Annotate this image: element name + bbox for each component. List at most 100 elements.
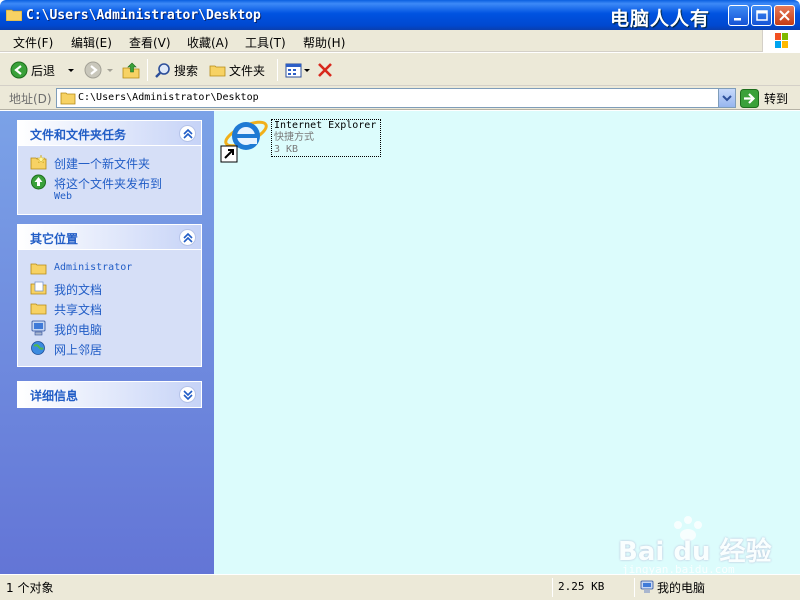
maximize-button[interactable] [751, 5, 772, 26]
expand-button[interactable] [179, 386, 196, 403]
baidu-watermark: Bai du 经验 jingyan.baidu.com [618, 513, 798, 576]
folders-button[interactable]: 文件夹 [209, 58, 265, 82]
file-tasks-header[interactable]: 文件和文件夹任务 [18, 121, 201, 146]
maximize-icon [756, 10, 768, 21]
folder-icon [6, 9, 22, 21]
forward-dropdown-icon[interactable] [105, 65, 115, 75]
place-label: 我的电脑 [54, 323, 103, 337]
task-label-line2: Web [54, 191, 73, 202]
task-publish-web[interactable]: 将这个文件夹发布到 Web [18, 172, 201, 206]
search-button[interactable]: 搜索 [154, 58, 198, 82]
status-object-count: 1 个对象 [6, 581, 54, 595]
forward-arrow-icon [84, 61, 102, 79]
file-size: 3 KB [274, 144, 299, 155]
chevron-down-icon [183, 390, 193, 400]
task-new-folder[interactable]: 创建一个新文件夹 [18, 152, 201, 172]
panel-title: 文件和文件夹任务 [30, 128, 127, 142]
publish-web-icon [31, 174, 46, 190]
folder-icon [60, 92, 76, 105]
menu-edit[interactable]: 编辑(E) [71, 34, 112, 51]
menu-file[interactable]: 文件(F) [13, 34, 53, 51]
file-label[interactable]: Internet Explorer 快捷方式 3 KB [271, 119, 381, 157]
status-size: 2.25 KB [558, 580, 605, 593]
address-bar: 地址(D) C:\Users\Administrator\Desktop 转到 [0, 86, 800, 110]
chevron-up-icon [183, 233, 193, 243]
internet-explorer-icon [220, 120, 268, 163]
menu-tools[interactable]: 工具(T) [245, 34, 286, 51]
title-bar[interactable]: C:\Users\Administrator\Desktop 电脑人人有 [0, 0, 800, 30]
status-divider [634, 578, 635, 597]
folders-icon [209, 65, 226, 76]
address-label: 地址(D) [9, 92, 52, 106]
details-header[interactable]: 详细信息 [18, 382, 201, 407]
task-label: 将这个文件夹发布到 [54, 177, 163, 191]
file-name: Internet Explorer [274, 120, 377, 131]
new-folder-icon [30, 154, 47, 170]
status-bar: 1 个对象 2.25 KB 我的电脑 [0, 574, 800, 600]
place-my-documents[interactable]: 我的文档 [18, 278, 201, 298]
up-folder-button[interactable] [122, 58, 140, 82]
folders-label: 文件夹 [229, 63, 266, 78]
status-divider [552, 578, 553, 597]
minimize-button[interactable] [728, 5, 749, 26]
back-label: 后退 [31, 63, 56, 78]
go-arrow-icon [740, 88, 759, 108]
delete-button[interactable] [317, 58, 333, 82]
place-label: 网上邻居 [54, 343, 103, 357]
place-label: 我的文档 [54, 283, 103, 297]
menu-view[interactable]: 查看(V) [129, 34, 171, 51]
toolbar: 后退 搜索 文件夹 [0, 53, 800, 86]
shared-documents-icon [30, 303, 47, 315]
chevron-up-icon [183, 129, 193, 139]
menu-favorites[interactable]: 收藏(A) [187, 34, 229, 51]
windows-logo [762, 30, 800, 52]
place-shared-documents[interactable]: 共享文档 [18, 298, 201, 318]
collapse-button[interactable] [179, 229, 196, 246]
file-list-area[interactable]: Internet Explorer 快捷方式 3 KB Bai du 经验 ji… [214, 111, 800, 576]
chevron-down-icon [722, 95, 732, 102]
collapse-button[interactable] [179, 125, 196, 142]
windows-flag-icon [775, 33, 788, 48]
toolbar-separator [277, 59, 278, 81]
place-label: 共享文档 [54, 303, 103, 317]
network-places-icon [31, 341, 45, 355]
views-button[interactable] [285, 58, 311, 82]
back-dropdown-icon[interactable] [66, 65, 76, 75]
search-label: 搜索 [174, 63, 199, 78]
address-dropdown-button[interactable] [718, 89, 735, 107]
status-location: 我的电脑 [657, 581, 706, 595]
place-administrator[interactable]: Administrator [18, 258, 201, 278]
panel-title: 其它位置 [30, 232, 79, 246]
watermark-text: 电脑人人有 [610, 8, 711, 30]
task-label: 创建一个新文件夹 [54, 157, 151, 171]
toolbar-separator [147, 59, 148, 81]
file-type: 快捷方式 [274, 132, 314, 143]
minimize-icon [734, 18, 741, 21]
up-folder-icon [122, 62, 140, 79]
place-my-computer[interactable]: 我的电脑 [18, 318, 201, 338]
window-title: C:\Users\Administrator\Desktop [26, 8, 261, 23]
close-icon [779, 10, 790, 21]
close-button[interactable] [774, 5, 795, 26]
other-places-panel: 其它位置 Administrator 我的文档 共享文档 我的电脑 网上邻居 [17, 224, 202, 367]
back-arrow-icon [10, 61, 28, 79]
menu-help[interactable]: 帮助(H) [303, 34, 345, 51]
address-value: C:\Users\Administrator\Desktop [78, 92, 259, 103]
other-places-header[interactable]: 其它位置 [18, 225, 201, 250]
file-item[interactable]: Internet Explorer 快捷方式 3 KB [220, 116, 381, 166]
address-input[interactable]: C:\Users\Administrator\Desktop [56, 88, 736, 108]
place-label: Administrator [54, 262, 133, 273]
my-computer-icon [31, 320, 46, 336]
back-button[interactable]: 后退 [10, 58, 76, 82]
my-computer-icon [640, 580, 654, 593]
file-tasks-panel: 文件和文件夹任务 创建一个新文件夹 将这个文件夹发布到 Web [17, 120, 202, 215]
forward-button[interactable] [84, 58, 115, 82]
search-icon [155, 62, 170, 78]
delete-x-icon [318, 63, 332, 77]
folder-icon [30, 263, 47, 275]
place-network[interactable]: 网上邻居 [18, 338, 201, 358]
my-documents-icon [30, 281, 47, 295]
go-button[interactable]: 转到 [740, 88, 788, 108]
task-pane: 文件和文件夹任务 创建一个新文件夹 将这个文件夹发布到 Web 其它位置 Adm… [0, 111, 214, 574]
details-panel: 详细信息 [17, 381, 202, 408]
